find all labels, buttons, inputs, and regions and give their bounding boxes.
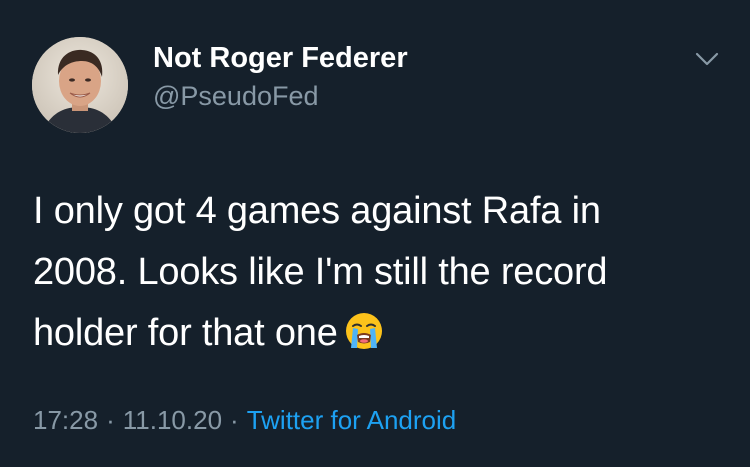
tweet-card: Not Roger Federer @PseudoFed I only got … [0,0,750,467]
tweet-line: 2008. Looks like I'm still the record [33,251,608,293]
meta-separator: · [106,405,115,435]
tweet-source-link[interactable]: Twitter for Android [247,405,457,435]
tweet-meta: 17:28 · 11.10.20 · Twitter for Android [33,405,456,436]
tweet-date[interactable]: 11.10.20 [123,405,222,435]
tweet-menu-button[interactable] [693,49,721,69]
tweet-line-text: holder for that one [33,312,338,354]
tweet-time[interactable]: 17:28 [33,405,98,435]
meta-separator: · [230,405,239,435]
profile-photo-icon [32,37,128,133]
chevron-down-icon [695,52,719,66]
display-name[interactable]: Not Roger Federer [153,42,408,75]
tweet-text: I only got 4 games against Rafa in 2008.… [33,181,723,364]
loudly-crying-face-icon [344,309,384,349]
tweet-line: I only got 4 games against Rafa in [33,190,601,232]
user-handle[interactable]: @PseudoFed [153,81,319,112]
tweet-line-last: holder for that one [33,303,723,364]
avatar[interactable] [32,37,128,133]
